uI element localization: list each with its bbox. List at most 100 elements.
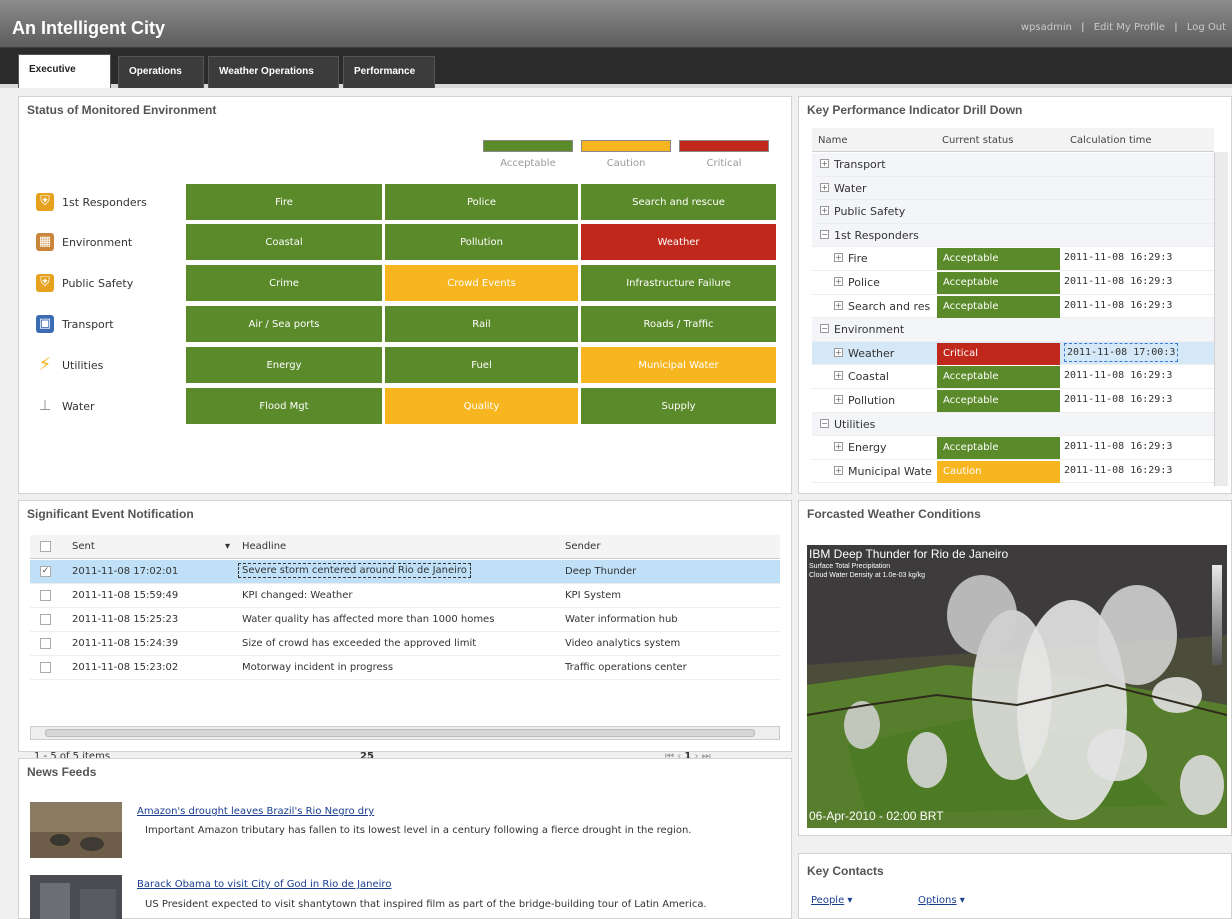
- kpi-tree-row[interactable]: − Environment: [812, 318, 1214, 342]
- kpi-tree-row[interactable]: + Police Acceptable 2011-11-08 16:29:3: [812, 271, 1214, 295]
- logout-link[interactable]: Log Out: [1187, 22, 1226, 33]
- event-sender: Video analytics system: [565, 638, 681, 649]
- scroll-thumb[interactable]: [45, 729, 755, 737]
- status-cell[interactable]: Search and rescue: [580, 183, 777, 221]
- event-row[interactable]: 2011-11-08 15:25:23 Water quality has aff…: [30, 608, 780, 632]
- news-headline-link[interactable]: Amazon's drought leaves Brazil's Rio Neg…: [137, 806, 374, 817]
- kpi-tree-row[interactable]: + Public Safety: [812, 200, 1214, 224]
- status-cell[interactable]: Crowd Events: [384, 264, 579, 302]
- chevron-down-icon[interactable]: ▾: [960, 895, 965, 906]
- kpi-tree-row[interactable]: + Search and res Acceptable 2011-11-08 16:2…: [812, 295, 1214, 319]
- weather-map[interactable]: IBM Deep Thunder for Rio de Janeiro Surf…: [807, 545, 1227, 828]
- edit-profile-link[interactable]: Edit My Profile: [1094, 22, 1165, 33]
- news-headline-link[interactable]: Barack Obama to visit City of God in Rio…: [137, 879, 391, 890]
- contacts-panel: Key Contacts: [798, 853, 1232, 919]
- event-row[interactable]: 2011-11-08 15:24:39 Size of crowd has exc…: [30, 632, 780, 656]
- kpi-status-badge: Acceptable: [937, 437, 1060, 460]
- kpi-status-badge: Caution: [937, 460, 1060, 483]
- events-h-scrollbar[interactable]: [30, 726, 780, 740]
- column-header-time[interactable]: Calculation time: [1070, 135, 1152, 146]
- kpi-tree-row[interactable]: −1st Responders: [812, 223, 1214, 248]
- row-checkbox[interactable]: [40, 590, 51, 601]
- status-cell[interactable]: Quality: [384, 387, 579, 425]
- status-cell[interactable]: Municipal Water: [580, 346, 777, 384]
- kpi-tree-row[interactable]: − Utilities: [812, 412, 1214, 437]
- status-cell[interactable]: Fuel: [384, 346, 579, 384]
- status-cell[interactable]: Police: [384, 183, 579, 221]
- category-label: Utilities: [62, 359, 104, 372]
- row-checkbox[interactable]: [40, 662, 51, 673]
- kpi-calculation-time: 2011-11-08 16:29:3: [1064, 394, 1173, 405]
- category-water: ⊥ Water: [36, 388, 186, 426]
- expand-icon[interactable]: +: [834, 347, 843, 357]
- kpi-tree-row[interactable]: + Coastal Acceptable 2011-11-08 16:29:3: [812, 365, 1214, 389]
- status-cell[interactable]: Fire: [185, 183, 383, 221]
- status-cell[interactable]: Pollution: [384, 223, 579, 261]
- status-cell[interactable]: Air / Sea ports: [185, 305, 383, 343]
- kpi-tree-row[interactable]: + Weather Critical 2011-11-08 17:00:3: [812, 341, 1214, 366]
- news-thumbnail-image[interactable]: [30, 875, 122, 919]
- status-cell[interactable]: Energy: [185, 346, 383, 384]
- expand-icon[interactable]: +: [834, 465, 843, 475]
- chevron-down-icon[interactable]: ▾: [847, 895, 852, 906]
- kpi-status-badge: Acceptable: [937, 272, 1060, 294]
- collapse-icon[interactable]: −: [820, 418, 829, 428]
- sort-desc-icon[interactable]: ▾: [225, 541, 230, 552]
- expand-icon[interactable]: +: [834, 395, 843, 404]
- kpi-tree-row[interactable]: + Energy Acceptable 2011-11-08 16:29:3: [812, 436, 1214, 460]
- expand-icon[interactable]: +: [834, 300, 843, 310]
- status-cell[interactable]: Infrastructure Failure: [580, 264, 777, 302]
- category-public-safety: ⛨ Public Safety: [36, 265, 186, 303]
- legend-swatch-acceptable: [483, 140, 573, 152]
- expand-icon[interactable]: +: [834, 371, 843, 381]
- column-header-sent[interactable]: Sent: [72, 541, 95, 552]
- collapse-icon[interactable]: −: [820, 324, 829, 334]
- kpi-name: Police: [848, 276, 880, 289]
- username-link[interactable]: wpsadmin: [1021, 22, 1072, 33]
- weather-visualization-image: [807, 545, 1227, 828]
- status-cell[interactable]: Weather: [580, 223, 777, 261]
- expand-icon[interactable]: +: [834, 277, 843, 286]
- kpi-tree-row[interactable]: + Transport: [812, 153, 1214, 177]
- tab-executive[interactable]: Executive: [18, 54, 111, 88]
- tab-operations[interactable]: Operations: [118, 56, 204, 88]
- column-header-headline[interactable]: Headline: [242, 541, 286, 552]
- status-cell[interactable]: Crime: [185, 264, 383, 302]
- panel-title: Status of Monitored Environment: [27, 103, 217, 117]
- column-header-sender[interactable]: Sender: [565, 541, 600, 552]
- expand-icon[interactable]: +: [834, 253, 843, 263]
- event-row[interactable]: 2011-11-08 15:59:49 KPI changed: Weather K…: [30, 584, 780, 608]
- kpi-scrollbar[interactable]: [1214, 152, 1228, 486]
- news-thumbnail-image[interactable]: [30, 802, 122, 858]
- news-summary: Important Amazon tributary has fallen to…: [145, 825, 692, 836]
- tab-performance[interactable]: Performance: [343, 56, 435, 88]
- status-cell[interactable]: Supply: [580, 387, 777, 425]
- status-cell[interactable]: Roads / Traffic: [580, 305, 777, 343]
- kpi-name: Fire: [848, 252, 868, 266]
- status-cell[interactable]: Rail: [384, 305, 579, 343]
- expand-icon[interactable]: +: [820, 159, 829, 168]
- kpi-tree-row[interactable]: + Municipal Wate Caution 2011-11-08 16:29:3: [812, 460, 1214, 484]
- options-dropdown[interactable]: Options: [918, 895, 957, 906]
- event-row[interactable]: ✓ 2011-11-08 17:02:01 Severe storm centere…: [30, 560, 780, 584]
- row-checkbox[interactable]: [40, 638, 51, 649]
- expand-icon[interactable]: +: [820, 182, 829, 192]
- kpi-tree-row[interactable]: + Water: [812, 176, 1214, 201]
- kpi-tree-row[interactable]: + Pollution Acceptable 2011-11-08 16:29:3: [812, 389, 1214, 413]
- status-cell[interactable]: Flood Mgt: [185, 387, 383, 425]
- collapse-icon[interactable]: −: [820, 229, 829, 239]
- status-cell[interactable]: Coastal: [185, 223, 383, 261]
- select-all-checkbox[interactable]: [40, 541, 51, 552]
- expand-icon[interactable]: +: [820, 206, 829, 216]
- kpi-tree-row[interactable]: + Fire Acceptable 2011-11-08 16:29:3: [812, 247, 1214, 271]
- people-dropdown[interactable]: People: [811, 895, 844, 906]
- row-checkbox[interactable]: ✓: [40, 566, 51, 577]
- tab-weather-operations[interactable]: Weather Operations: [208, 56, 339, 88]
- legend-swatch-caution: [581, 140, 671, 152]
- event-row[interactable]: 2011-11-08 15:23:02 Motorway incident in …: [30, 656, 780, 680]
- expand-icon[interactable]: +: [834, 442, 843, 452]
- column-header-name[interactable]: Name: [818, 135, 848, 146]
- column-header-status[interactable]: Current status: [942, 135, 1013, 146]
- events-table-header: Sent ▾ Headline Sender: [30, 535, 780, 559]
- row-checkbox[interactable]: [40, 614, 51, 625]
